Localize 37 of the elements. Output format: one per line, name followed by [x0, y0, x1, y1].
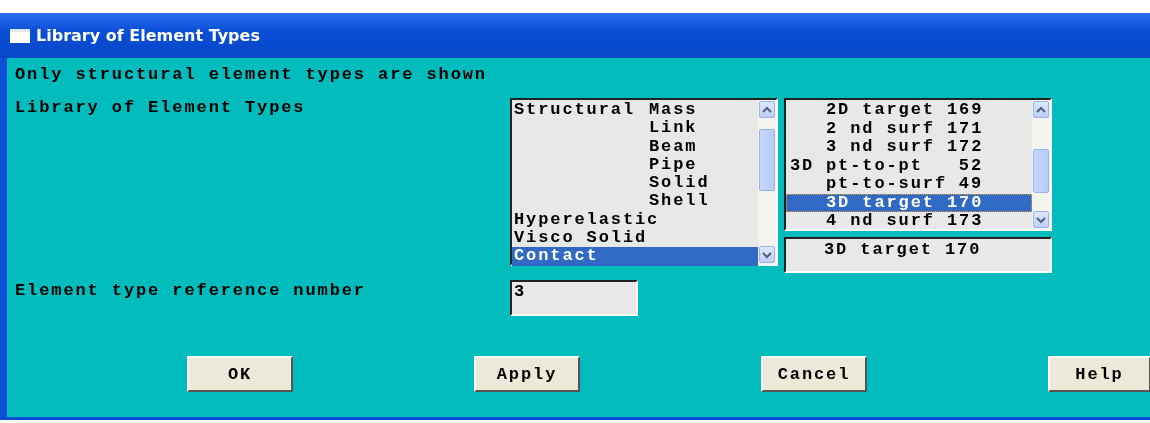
list-item[interactable]: 3 nd surf 172 — [786, 138, 1032, 157]
info-text: Only structural element types are shown — [15, 64, 488, 86]
list-item[interactable]: 2D target 169 — [786, 101, 1032, 120]
list-item[interactable]: 4 nd surf 173 — [786, 212, 1032, 231]
list-item[interactable]: Shell — [512, 192, 758, 211]
list-item[interactable]: Contact — [512, 247, 758, 266]
scroll-down-button[interactable] — [759, 246, 775, 263]
dialog-button[interactable]: Help — [1048, 356, 1150, 392]
list-item[interactable]: Hyperelastic — [512, 210, 758, 230]
scroll-up-button[interactable] — [1033, 101, 1049, 118]
scroll-down-button[interactable] — [1033, 211, 1049, 228]
dialog-button[interactable]: Apply — [474, 356, 580, 392]
list-item[interactable]: Structural Mass — [512, 101, 758, 120]
dialog-button[interactable]: OK — [187, 356, 293, 392]
window-title: Library of Element Types — [36, 26, 260, 45]
list-item[interactable]: 2 nd surf 171 — [786, 119, 1032, 138]
scrollbar[interactable] — [758, 100, 776, 264]
list-item[interactable]: 3D pt-to-pt 52 — [786, 156, 1032, 175]
list-item[interactable]: Link — [512, 119, 758, 138]
list-item[interactable]: Solid — [512, 174, 758, 193]
input-field[interactable]: 3 — [510, 280, 638, 316]
list-item[interactable]: pt-to-surf 49 — [786, 175, 1032, 194]
scroll-thumb[interactable] — [1033, 149, 1049, 193]
element-type-list[interactable]: 2D target 169 2 nd surf 171 3 nd surf 172 3D pt-to-pt 52 pt-to-surf 49 3D target 170 4 nd surf 173 — [784, 98, 1052, 231]
list-item[interactable]: Beam — [512, 137, 758, 156]
field-label: Library of Element Types — [15, 98, 306, 117]
scroll-up-button[interactable] — [759, 101, 775, 118]
list-item[interactable]: Pipe — [512, 155, 758, 175]
window-icon — [10, 28, 30, 43]
dialog-button[interactable]: Cancel — [761, 356, 867, 392]
field-label: Element type reference number — [15, 281, 366, 300]
category-list[interactable]: Structural Mass Link Beam Pipe Solid Shell Hyperelastic Visco Solid Contact — [510, 98, 778, 266]
scroll-thumb[interactable] — [759, 129, 775, 191]
scrollbar[interactable] — [1032, 100, 1050, 229]
list-item[interactable]: 3D target 170 — [786, 193, 1032, 212]
selection-field[interactable]: 3D target 170 — [784, 237, 1052, 273]
list-item[interactable]: Visco Solid — [512, 229, 758, 248]
